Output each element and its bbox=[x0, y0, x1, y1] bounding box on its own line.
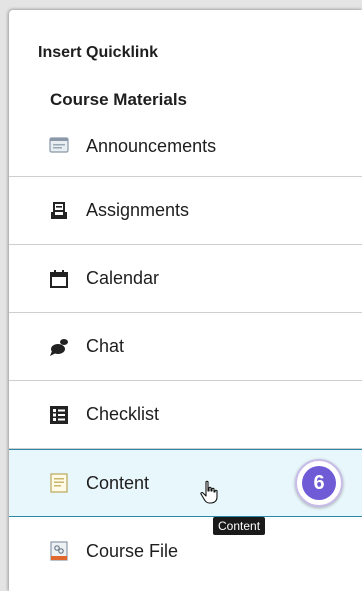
hand-pointer-icon bbox=[200, 480, 220, 509]
list-item-content[interactable]: Content 6 bbox=[9, 449, 362, 517]
list-item-course-file[interactable]: Course File bbox=[9, 517, 362, 585]
step-number: 6 bbox=[302, 466, 336, 500]
chat-icon bbox=[48, 336, 70, 358]
list-item-checklist[interactable]: Checklist bbox=[9, 381, 362, 449]
section-title: Course Materials bbox=[50, 90, 187, 109]
calendar-icon bbox=[48, 268, 70, 290]
content-icon bbox=[48, 472, 70, 494]
tooltip: Content bbox=[213, 517, 266, 535]
list-item-label: Chat bbox=[86, 336, 125, 356]
dialog-title: Insert Quicklink bbox=[38, 44, 159, 61]
course-file-icon bbox=[48, 540, 70, 562]
list-item-calendar[interactable]: Calendar bbox=[9, 245, 362, 313]
announcements-icon bbox=[48, 134, 70, 156]
list-item-announcements[interactable]: Announcements bbox=[9, 117, 362, 177]
list-item-label: Calendar bbox=[86, 268, 160, 288]
list-item-label: Assignments bbox=[86, 200, 190, 220]
assignments-icon bbox=[48, 200, 70, 222]
list-item-assignments[interactable]: Assignments bbox=[9, 177, 362, 245]
step-badge: 6 bbox=[295, 459, 343, 507]
list-item-chat[interactable]: Chat bbox=[9, 313, 362, 381]
quicklink-list: Announcements Assignments Calendar Chat … bbox=[9, 117, 362, 585]
list-item-label: Checklist bbox=[86, 404, 160, 424]
list-item-label: Announcements bbox=[86, 136, 217, 156]
list-item-label: Content bbox=[86, 472, 150, 493]
checklist-icon bbox=[48, 404, 70, 426]
insert-quicklink-panel: Insert Quicklink Course Materials Announ… bbox=[9, 10, 362, 591]
list-item-label: Course File bbox=[86, 540, 179, 561]
